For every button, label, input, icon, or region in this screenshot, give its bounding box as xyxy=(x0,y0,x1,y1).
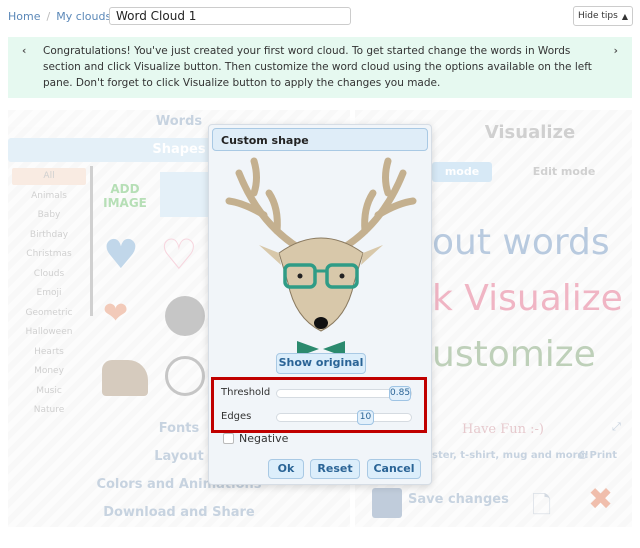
have-fun-text: Have Fun :-) xyxy=(462,422,544,437)
shape-thumb-dogs[interactable] xyxy=(102,360,148,396)
ok-button[interactable]: Ok xyxy=(268,459,304,479)
delete-icon[interactable]: ✖ xyxy=(588,482,613,517)
shape-thumb-cloud[interactable] xyxy=(160,172,208,217)
negative-label: Negative xyxy=(239,432,289,445)
save-changes-button[interactable]: Save changes xyxy=(408,492,509,507)
threshold-handle[interactable]: 0.85 xyxy=(389,386,411,401)
threshold-label: Threshold xyxy=(221,387,271,398)
category-item[interactable]: Clouds xyxy=(12,266,86,283)
category-item[interactable]: Music xyxy=(12,383,86,400)
shape-thumb-heart-outline[interactable]: ♡ xyxy=(160,230,198,279)
order-products-button[interactable]: ster, t-shirt, mug and more! xyxy=(432,450,589,461)
category-item[interactable]: Emoji xyxy=(12,285,86,302)
shape-thumb-panda-cute[interactable] xyxy=(165,356,205,396)
tip-prev-icon[interactable]: ‹ xyxy=(22,43,26,59)
category-item[interactable]: Geometric xyxy=(12,305,86,322)
cloud-word: k Visualize xyxy=(432,278,623,319)
printer-icon: ⎙ xyxy=(578,450,586,461)
print-label: Print xyxy=(589,450,618,461)
category-scrollbar[interactable] xyxy=(90,166,93,316)
tip-banner: ‹ Congratulations! You've just created y… xyxy=(8,37,632,98)
add-image-button[interactable]: ADD IMAGE xyxy=(100,182,150,210)
floppy-disk-icon xyxy=(372,488,402,518)
fullscreen-icon[interactable]: ⤢ xyxy=(612,420,621,434)
deer-shape-preview xyxy=(225,157,417,353)
tip-text: Congratulations! You've just created you… xyxy=(43,45,592,89)
category-item[interactable]: All xyxy=(12,168,86,185)
category-item[interactable]: Birthday xyxy=(12,227,86,244)
print-button[interactable]: ⎙ Print xyxy=(578,450,617,461)
edges-handle[interactable]: 10 xyxy=(357,410,374,425)
custom-shape-dialog: Custom shape Show original Threshold 0.8… xyxy=(208,124,432,485)
breadcrumb-home[interactable]: Home xyxy=(8,10,40,23)
hide-tips-label: Hide tips xyxy=(578,11,618,21)
dialog-title: Custom shape xyxy=(212,128,428,151)
category-item[interactable]: Nature xyxy=(12,402,86,419)
negative-checkbox[interactable] xyxy=(223,433,234,444)
show-original-button[interactable]: Show original xyxy=(276,353,366,374)
visualize-button[interactable]: Visualize xyxy=(430,122,630,143)
shape-thumb-heart[interactable]: ♥ xyxy=(103,232,139,278)
edges-slider[interactable]: 10 xyxy=(276,410,412,425)
breadcrumb-my-clouds[interactable]: My clouds xyxy=(56,10,111,23)
shape-thumb-hands[interactable]: ❤ xyxy=(103,296,128,331)
category-item[interactable]: Money xyxy=(12,363,86,380)
category-item[interactable]: Christmas xyxy=(12,246,86,263)
edit-mode-tab[interactable]: Edit mode xyxy=(498,162,630,182)
breadcrumb: Home / My clouds / xyxy=(8,10,121,23)
cancel-button[interactable]: Cancel xyxy=(367,459,421,479)
cloud-word: ustomize xyxy=(432,334,596,375)
threshold-slider[interactable]: 0.85 xyxy=(276,386,412,401)
category-item[interactable]: Hearts xyxy=(12,344,86,361)
category-item[interactable]: Halloween xyxy=(12,324,86,341)
shape-thumb-panda[interactable] xyxy=(165,296,205,336)
tip-next-icon[interactable]: › xyxy=(614,43,618,59)
category-item[interactable]: Baby xyxy=(12,207,86,224)
view-mode-tab[interactable]: mode xyxy=(432,162,492,182)
hide-tips-button[interactable]: Hide tips ▲ xyxy=(573,6,633,26)
edges-label: Edges xyxy=(221,411,252,422)
reset-button[interactable]: Reset xyxy=(310,459,360,479)
chevron-up-icon: ▲ xyxy=(621,11,628,21)
cloud-word: out words xyxy=(432,222,610,263)
section-download[interactable]: Download and Share xyxy=(8,505,350,523)
copy-icon[interactable]: 🗋 xyxy=(532,488,551,529)
breadcrumb-separator: / xyxy=(46,10,51,23)
category-item[interactable]: Animals xyxy=(12,188,86,205)
cloud-title-input[interactable] xyxy=(109,7,351,25)
